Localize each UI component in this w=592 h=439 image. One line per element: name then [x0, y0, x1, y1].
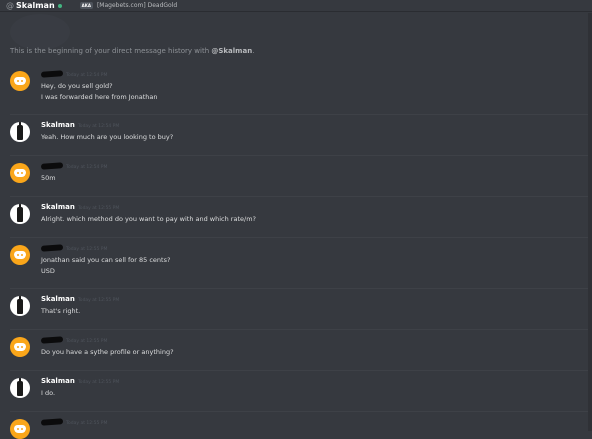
bottle-avatar-icon[interactable]: [10, 122, 30, 142]
message-timestamp: Today at 12:54 PM: [77, 124, 120, 129]
message-timestamp: Today at 12:54 PM: [66, 165, 108, 170]
message-text: Alright. which method do you want to pay…: [41, 215, 256, 223]
bottle-icon: [17, 296, 23, 314]
discord-default-avatar-icon[interactable]: [10, 163, 30, 183]
message-header: Today at 12:54 PM: [40, 70, 108, 78]
bottle-icon: [17, 122, 23, 140]
discord-default-avatar-icon[interactable]: [10, 245, 30, 265]
intro-suffix: .: [252, 47, 255, 55]
discord-default-avatar-icon[interactable]: [10, 71, 30, 91]
redacted-author-name: [40, 336, 64, 344]
discord-logo-icon: [14, 169, 26, 177]
message-divider: [10, 370, 588, 371]
message-text: That's right.: [41, 307, 81, 315]
message-text: Do you have a sythe profile or anything?: [41, 348, 174, 356]
message-text: 50m: [41, 174, 56, 182]
message-divider: [10, 288, 588, 289]
message-text: Hey, do you sell gold?: [41, 82, 113, 90]
aka-nickname: [Magebets.com] DeadGold: [96, 2, 178, 9]
scrollbar-track[interactable]: [588, 13, 592, 431]
message-header: Skalman Today at 12:55 PM: [41, 377, 119, 385]
message-text: Yeah. How much are you looking to buy?: [41, 133, 174, 141]
message-timestamp: Today at 12:55 PM: [77, 380, 120, 385]
online-status-icon: [57, 3, 62, 8]
author-name[interactable]: Skalman: [41, 377, 75, 385]
redacted-author-name: [40, 70, 64, 78]
message-timestamp: Today at 12:55 PM: [66, 339, 108, 344]
dm-username[interactable]: Skalman: [16, 1, 55, 10]
discord-logo-icon: [14, 251, 26, 259]
message-timestamp: Today at 12:55 PM: [77, 206, 120, 211]
bottle-icon: [17, 378, 23, 396]
intro-avatar: [10, 14, 70, 50]
redacted-author-name: [40, 418, 64, 426]
discord-logo-icon: [14, 77, 26, 85]
message-timestamp: Today at 12:55 PM: [66, 247, 108, 252]
aka-badge: AKA: [79, 2, 93, 9]
message-timestamp: Today at 12:54 PM: [66, 73, 108, 78]
message-header: Skalman Today at 12:55 PM: [41, 295, 119, 303]
discord-default-avatar-icon[interactable]: [10, 419, 30, 439]
message-header: Today at 12:54 PM: [40, 162, 108, 170]
bottle-avatar-icon[interactable]: [10, 296, 30, 316]
intro-prefix: This is the beginning of your direct mes…: [10, 47, 212, 55]
redacted-author-name: [40, 244, 64, 252]
message-divider: [10, 155, 588, 156]
message-header: Today at 12:55 PM: [40, 418, 108, 426]
discord-logo-icon: [14, 425, 26, 433]
message-divider: [10, 329, 588, 330]
message-timestamp: Today at 12:55 PM: [66, 421, 108, 426]
discord-logo-icon: [14, 343, 26, 351]
message-header: Today at 12:55 PM: [40, 336, 108, 344]
message-header: Skalman Today at 12:55 PM: [41, 203, 119, 211]
intro-handle[interactable]: @Skalman: [211, 47, 252, 55]
bottle-avatar-icon[interactable]: [10, 204, 30, 224]
message-text: USD: [41, 267, 55, 275]
bottle-avatar-icon[interactable]: [10, 378, 30, 398]
message-header: Today at 12:55 PM: [40, 244, 108, 252]
message-divider: [10, 196, 588, 197]
message-divider: [10, 237, 588, 238]
discord-default-avatar-icon[interactable]: [10, 337, 30, 357]
dm-header: @ Skalman AKA [Magebets.com] DeadGold: [0, 0, 592, 12]
dm-history-intro: This is the beginning of your direct mes…: [10, 47, 254, 55]
redacted-author-name: [40, 162, 64, 170]
message-text: Jonathan said you can sell for 85 cents?: [41, 256, 171, 264]
message-header: Skalman Today at 12:54 PM: [41, 121, 119, 129]
message-timestamp: Today at 12:55 PM: [77, 298, 120, 303]
message-divider: [10, 411, 588, 412]
message-divider: [10, 114, 588, 115]
author-name[interactable]: Skalman: [41, 295, 75, 303]
author-name[interactable]: Skalman: [41, 121, 75, 129]
message-text: I was forwarded here from Jonathan: [41, 93, 158, 101]
bottle-icon: [17, 204, 23, 222]
message-text: I do.: [41, 389, 56, 397]
at-icon: @: [6, 0, 14, 10]
author-name[interactable]: Skalman: [41, 203, 75, 211]
